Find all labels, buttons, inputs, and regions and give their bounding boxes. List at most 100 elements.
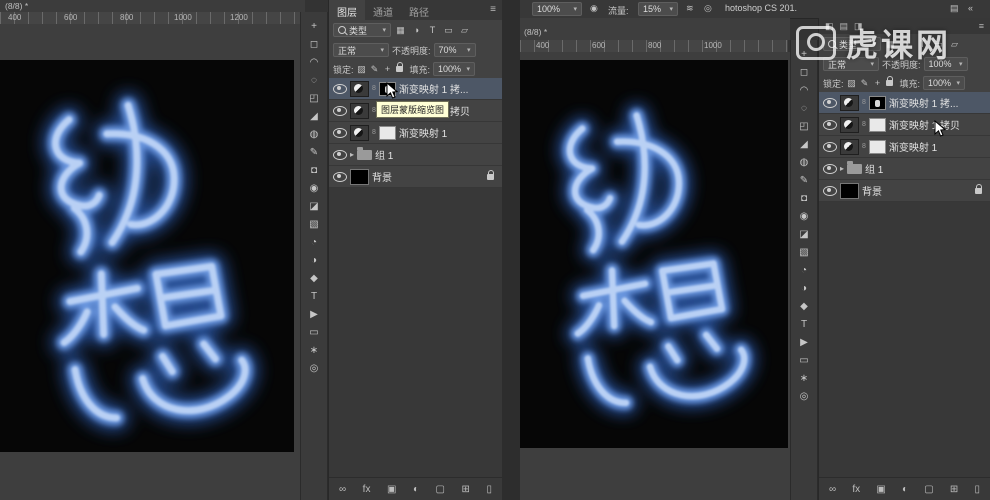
visibility-toggle[interactable] — [823, 185, 837, 196]
history-brush-tool[interactable]: ◉ — [795, 209, 813, 224]
healing-brush-tool[interactable]: ◍ — [305, 127, 323, 142]
filter-pixel-icon[interactable]: ▦ — [394, 25, 407, 36]
lock-transparency-icon[interactable]: ▨ — [847, 78, 857, 89]
lock-position-icon[interactable]: + — [873, 78, 883, 88]
path-select-tool[interactable]: ▶ — [305, 307, 323, 322]
visibility-toggle[interactable] — [823, 141, 837, 152]
visibility-toggle[interactable] — [823, 163, 837, 174]
layer-mask-thumbnail[interactable] — [868, 95, 886, 110]
new-layer-icon[interactable]: ⊞ — [462, 484, 470, 495]
shape-tool[interactable]: ▭ — [795, 353, 813, 368]
smoothing-icon[interactable]: ◎ — [704, 3, 712, 14]
add-mask-icon[interactable]: ▣ — [387, 484, 396, 495]
quick-select-tool[interactable]: ◌ — [305, 73, 323, 88]
shape-tool[interactable]: ▭ — [305, 325, 323, 340]
eyedropper-tool[interactable]: ◢ — [305, 109, 323, 124]
layer-row-gradient-map-copy[interactable]: 8 渐变映射 1 拷贝 — [819, 114, 990, 136]
layer-thumbnail[interactable] — [350, 80, 369, 97]
flow-select[interactable]: 15% ▾ — [638, 2, 678, 16]
pen-tool[interactable]: ◆ — [795, 299, 813, 314]
brush-opacity-select[interactable]: 100% ▾ — [532, 2, 582, 16]
pen-tool[interactable]: ◆ — [305, 271, 323, 286]
visibility-toggle[interactable] — [333, 127, 347, 138]
quick-select-tool[interactable]: ◌ — [795, 101, 813, 116]
layer-mask-thumbnail[interactable] — [868, 117, 886, 132]
lock-position-icon[interactable]: + — [383, 64, 393, 74]
layer-thumbnail[interactable] — [840, 94, 859, 111]
brush-tool[interactable]: ✎ — [795, 173, 813, 188]
visibility-toggle[interactable] — [823, 119, 837, 130]
new-group-icon[interactable]: ▢ — [436, 484, 445, 495]
document-canvas-right[interactable] — [520, 60, 788, 448]
lock-pixels-icon[interactable]: ✎ — [370, 64, 380, 75]
delete-layer-icon[interactable]: ▯ — [486, 484, 492, 495]
layer-thumbnail[interactable] — [350, 168, 369, 185]
blend-mode-select[interactable]: 正常 ▾ — [333, 43, 389, 57]
adjustment-icon[interactable]: ◐ — [902, 484, 908, 495]
layer-thumbnail[interactable] — [840, 138, 859, 155]
layer-row-gradient-map-copy2[interactable]: 8 渐变映射 1 拷... — [329, 78, 502, 100]
layer-style-icon[interactable]: fx — [852, 484, 860, 495]
filter-shape-icon[interactable]: ▭ — [442, 25, 455, 36]
crop-tool[interactable]: ◰ — [795, 119, 813, 134]
hand-tool[interactable]: ∗ — [305, 343, 323, 358]
marquee-tool[interactable]: ◻ — [305, 37, 323, 52]
group-expand-icon[interactable]: ▸ — [840, 164, 844, 173]
layer-style-icon[interactable]: fx — [363, 484, 371, 495]
panel-menu-icon[interactable]: ≡ — [484, 0, 502, 20]
document-canvas-left[interactable] — [0, 60, 294, 452]
eyedropper-tool[interactable]: ◢ — [795, 137, 813, 152]
document-tab-right[interactable]: (8/8) * — [520, 18, 790, 40]
brush-tool[interactable]: ✎ — [305, 145, 323, 160]
lock-all-icon[interactable] — [885, 76, 893, 86]
panel-grid-icon[interactable]: ▤ — [950, 3, 959, 14]
clone-stamp-tool[interactable]: ◘ — [795, 191, 813, 206]
link-layers-icon[interactable]: ∞ — [339, 484, 346, 495]
visibility-toggle[interactable] — [823, 97, 837, 108]
layer-thumbnail[interactable] — [840, 116, 859, 133]
blur-tool[interactable]: ◔ — [795, 263, 813, 278]
path-select-tool[interactable]: ▶ — [795, 335, 813, 350]
visibility-toggle[interactable] — [333, 149, 347, 160]
fill-select[interactable]: 100% ▾ — [433, 62, 476, 76]
marquee-tool[interactable]: ◻ — [795, 65, 813, 80]
tab-channels[interactable]: 通道 — [365, 0, 401, 20]
lasso-tool[interactable]: ◠ — [795, 83, 813, 98]
group-expand-icon[interactable]: ▸ — [350, 150, 354, 159]
fill-select[interactable]: 100% ▾ — [923, 76, 966, 90]
visibility-toggle[interactable] — [333, 171, 347, 182]
layer-row-group[interactable]: ▸ 组 1 — [819, 158, 990, 180]
layer-thumbnail[interactable] — [350, 102, 369, 119]
tab-paths[interactable]: 路径 — [401, 0, 437, 20]
layer-name[interactable]: 渐变映射 1 拷... — [889, 95, 958, 110]
layer-name[interactable]: 组 1 — [375, 147, 393, 162]
gradient-tool[interactable]: ▧ — [795, 245, 813, 260]
filter-type-icon[interactable]: T — [426, 25, 439, 35]
lock-transparency-icon[interactable]: ▨ — [357, 64, 367, 75]
lock-pixels-icon[interactable]: ✎ — [860, 78, 870, 89]
crop-tool[interactable]: ◰ — [305, 91, 323, 106]
delete-layer-icon[interactable]: ▯ — [974, 484, 980, 495]
type-tool[interactable]: T — [795, 317, 813, 332]
clone-stamp-tool[interactable]: ◘ — [305, 163, 323, 178]
hand-tool[interactable]: ∗ — [795, 371, 813, 386]
filter-adjustment-icon[interactable]: ◑ — [410, 25, 423, 35]
blur-tool[interactable]: ◔ — [305, 235, 323, 250]
layer-mask-thumbnail[interactable] — [378, 125, 396, 140]
layer-name[interactable]: 背景 — [862, 183, 882, 198]
panel-menu-icon[interactable]: ≡ — [979, 21, 984, 31]
layer-name[interactable]: 渐变映射 1 — [889, 139, 937, 154]
lasso-tool[interactable]: ◠ — [305, 55, 323, 70]
layer-thumbnail[interactable] — [350, 124, 369, 141]
eraser-tool[interactable]: ◪ — [305, 199, 323, 214]
opacity-select[interactable]: 70% ▾ — [433, 43, 476, 57]
airbrush-icon[interactable]: ≋ — [686, 3, 694, 14]
dodge-tool[interactable]: ◑ — [795, 281, 813, 296]
dodge-tool[interactable]: ◑ — [305, 253, 323, 268]
history-brush-tool[interactable]: ◉ — [305, 181, 323, 196]
healing-brush-tool[interactable]: ◍ — [795, 155, 813, 170]
visibility-toggle[interactable] — [333, 83, 347, 94]
layer-thumbnail[interactable] — [840, 182, 859, 199]
layer-name[interactable]: 渐变映射 1 拷... — [399, 81, 468, 96]
layer-row-gradient-map[interactable]: 8 渐变映射 1 — [329, 122, 502, 144]
